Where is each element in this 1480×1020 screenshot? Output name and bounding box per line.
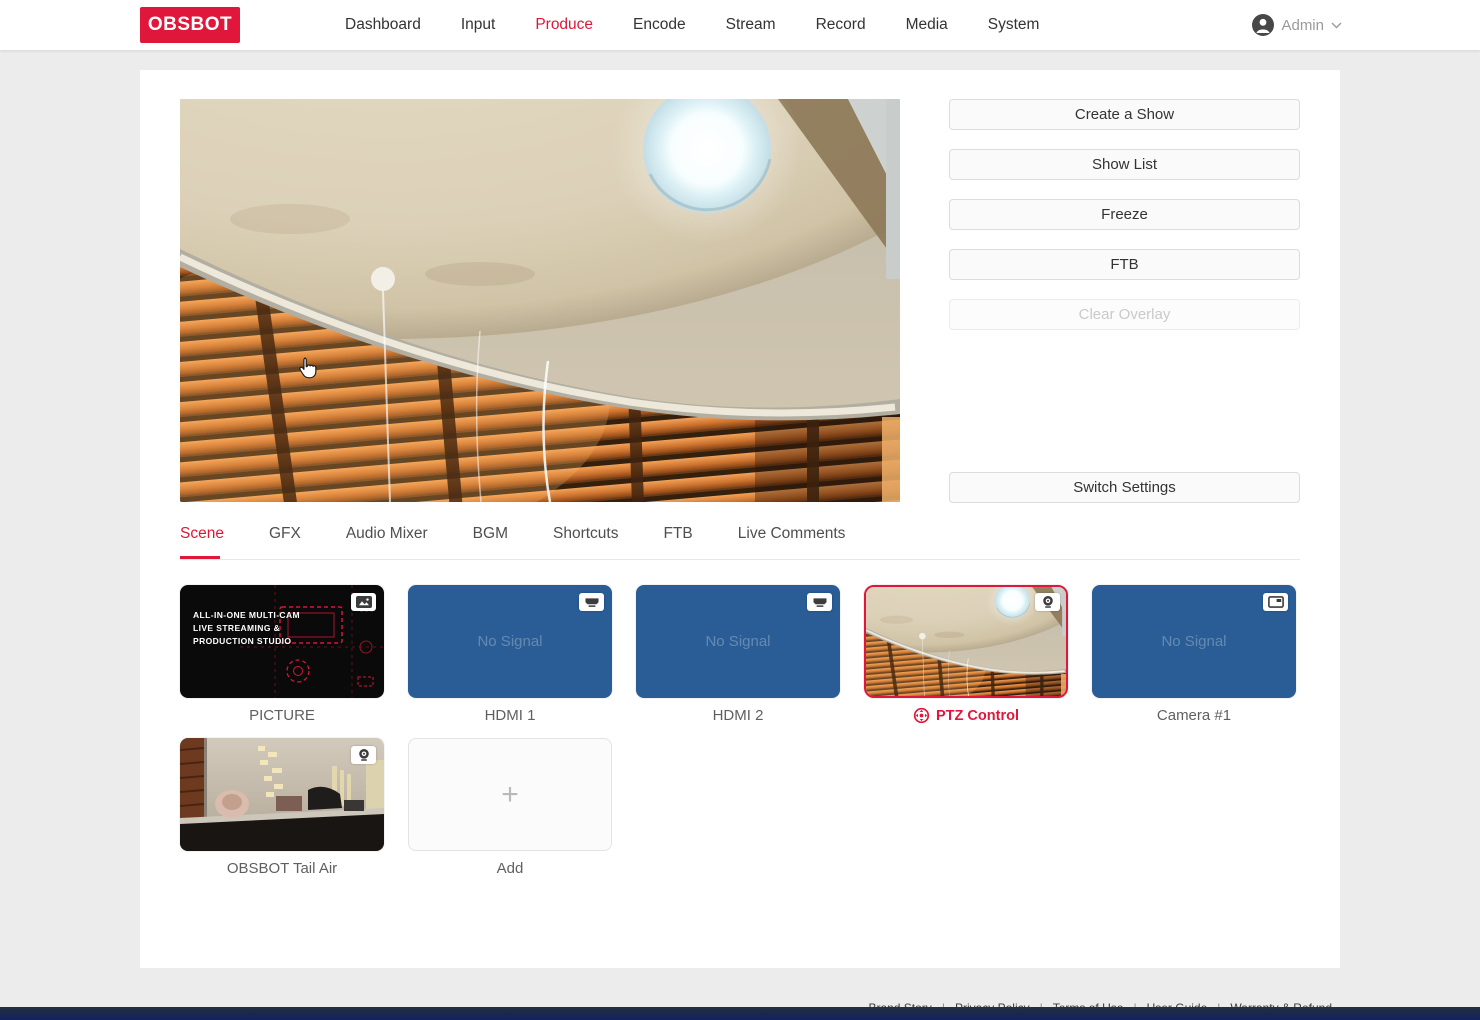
scene-label: Add xyxy=(408,860,612,877)
tab-gfx[interactable]: GFX xyxy=(269,525,301,559)
scene-grid: ALL-IN-ONE MULTI-CAM LIVE STREAMING & PR… xyxy=(180,585,1300,877)
nav-links: Dashboard Input Produce Encode Stream Re… xyxy=(345,0,1039,50)
ptz-crosshair-icon xyxy=(913,707,930,724)
chevron-down-icon xyxy=(1331,22,1342,29)
plus-icon: + xyxy=(501,780,519,810)
user-name: Admin xyxy=(1281,17,1324,34)
scene-label: HDMI 2 xyxy=(636,707,840,724)
scene-thumb-camera1[interactable]: No Signal xyxy=(1092,585,1296,698)
scene-thumb-hdmi2[interactable]: No Signal xyxy=(636,585,840,698)
avatar xyxy=(1252,14,1274,36)
scene-cell-add: + Add xyxy=(408,738,612,877)
image-icon xyxy=(351,593,376,611)
scene-cell-tail-air: OBSBOT Tail Air xyxy=(180,738,384,877)
scene-cell-ptz: PTZ Control xyxy=(864,585,1068,724)
nav-item-stream[interactable]: Stream xyxy=(726,16,776,34)
clear-overlay-button: Clear Overlay xyxy=(949,299,1300,330)
scene-cell-camera1: No Signal Camera #1 xyxy=(1092,585,1296,724)
scene-thumb-tail-air[interactable] xyxy=(180,738,384,851)
ptz-control-label: PTZ Control xyxy=(936,708,1019,724)
user-menu[interactable]: Admin xyxy=(1252,0,1342,50)
produce-tabs: Scene GFX Audio Mixer BGM Shortcuts FTB … xyxy=(180,525,1300,560)
show-list-button[interactable]: Show List xyxy=(949,149,1300,180)
scene-thumb-ptz-selected[interactable] xyxy=(864,585,1068,698)
tab-ftb[interactable]: FTB xyxy=(663,525,692,559)
tab-audio-mixer[interactable]: Audio Mixer xyxy=(346,525,428,559)
scene-label: Camera #1 xyxy=(1092,707,1296,724)
scene-cell-picture: ALL-IN-ONE MULTI-CAM LIVE STREAMING & PR… xyxy=(180,585,384,724)
tab-bgm[interactable]: BGM xyxy=(473,525,508,559)
top-navbar: OBSBOT Dashboard Input Produce Encode St… xyxy=(0,0,1480,50)
screen-icon xyxy=(1263,593,1288,611)
scene-label: HDMI 1 xyxy=(408,707,612,724)
freeze-button[interactable]: Freeze xyxy=(949,199,1300,230)
hdmi-icon xyxy=(579,593,604,611)
obsbot-produce-page: { "nav": { "logo": "OBSBOT", "items": ["… xyxy=(0,0,1480,1020)
scene-cell-hdmi2: No Signal HDMI 2 xyxy=(636,585,840,724)
program-preview[interactable] xyxy=(180,99,900,502)
camera-icon xyxy=(351,746,376,764)
scene-cell-hdmi1: No Signal HDMI 1 xyxy=(408,585,612,724)
nav-item-input[interactable]: Input xyxy=(461,16,495,34)
camera-icon xyxy=(1035,593,1060,611)
picture-overlay-text: ALL-IN-ONE MULTI-CAM LIVE STREAMING & PR… xyxy=(193,609,300,647)
preview-video-frame xyxy=(180,99,900,502)
tab-shortcuts[interactable]: Shortcuts xyxy=(553,525,618,559)
nav-item-encode[interactable]: Encode xyxy=(633,16,686,34)
nav-item-record[interactable]: Record xyxy=(816,16,866,34)
produce-panel: Create a Show Show List Freeze FTB Clear… xyxy=(140,70,1340,968)
nav-item-produce[interactable]: Produce xyxy=(535,16,593,34)
nav-item-media[interactable]: Media xyxy=(906,16,948,34)
tab-scene[interactable]: Scene xyxy=(180,525,224,559)
nav-item-system[interactable]: System xyxy=(988,16,1040,34)
scene-thumb-hdmi1[interactable]: No Signal xyxy=(408,585,612,698)
scene-label: OBSBOT Tail Air xyxy=(180,860,384,877)
add-scene-button[interactable]: + xyxy=(408,738,612,851)
create-a-show-button[interactable]: Create a Show xyxy=(949,99,1300,130)
hdmi-icon xyxy=(807,593,832,611)
scene-label: PICTURE xyxy=(180,707,384,724)
footer-bar xyxy=(0,1007,1480,1020)
obsbot-logo[interactable]: OBSBOT xyxy=(140,7,240,43)
nav-item-dashboard[interactable]: Dashboard xyxy=(345,16,421,34)
switch-settings-button[interactable]: Switch Settings xyxy=(949,472,1300,503)
scene-thumb-picture[interactable]: ALL-IN-ONE MULTI-CAM LIVE STREAMING & PR… xyxy=(180,585,384,698)
ptz-control-button[interactable]: PTZ Control xyxy=(864,707,1068,724)
tab-live-comments[interactable]: Live Comments xyxy=(738,525,846,559)
ftb-button[interactable]: FTB xyxy=(949,249,1300,280)
